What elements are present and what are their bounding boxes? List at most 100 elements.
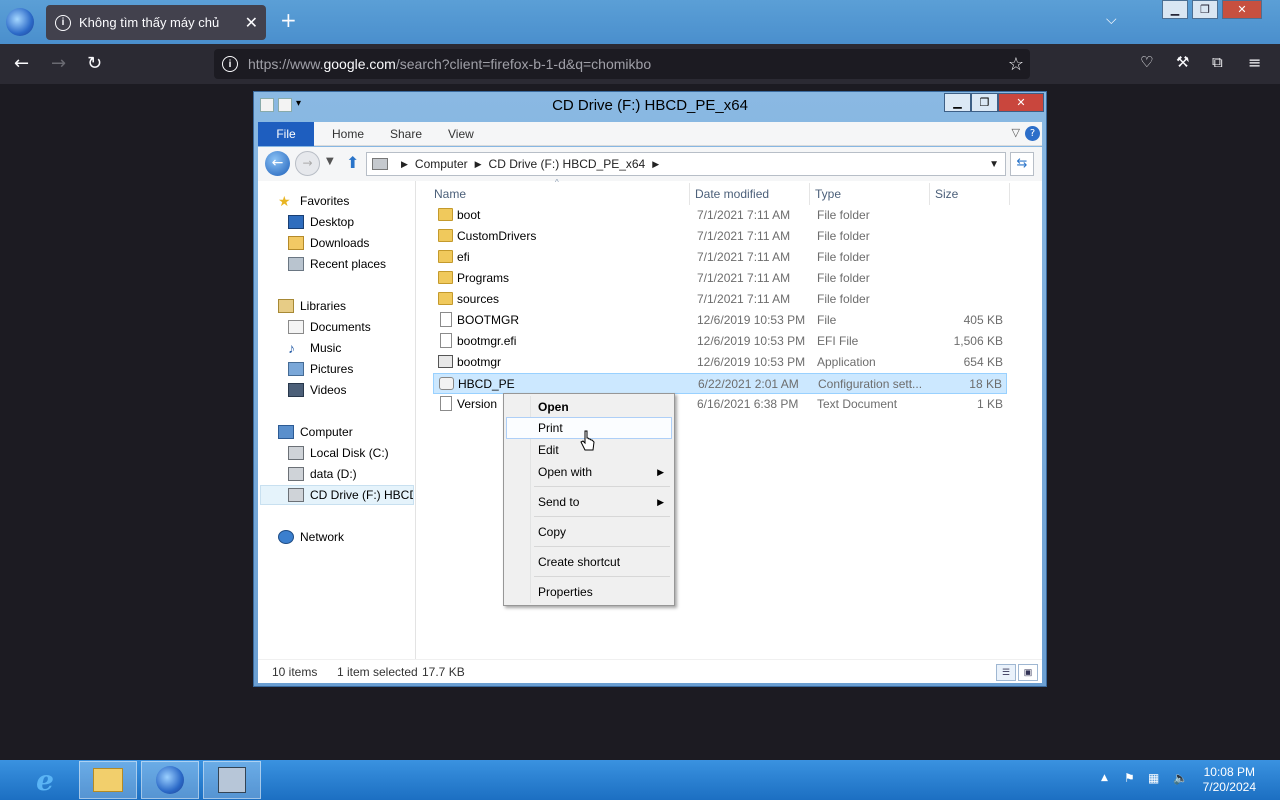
column-header-name[interactable]: Name xyxy=(434,187,466,201)
menu-item-copy[interactable]: Copy xyxy=(506,521,672,543)
site-info-icon[interactable]: i xyxy=(222,56,238,72)
tab-share[interactable]: Share xyxy=(390,122,422,146)
reload-icon[interactable]: ↻ xyxy=(87,53,102,74)
details-view-icon[interactable]: ☰ xyxy=(996,664,1016,681)
nav-pictures[interactable]: Pictures xyxy=(288,359,353,379)
column-header-size[interactable]: Size xyxy=(935,187,958,201)
extensions-icon[interactable]: ⧉ xyxy=(1212,53,1223,71)
nav-data-drive[interactable]: data (D:) xyxy=(288,464,357,484)
tab-close-icon[interactable]: ✕ xyxy=(245,13,258,33)
nav-libraries[interactable]: Libraries xyxy=(278,296,346,316)
breadcrumb-separator[interactable]: ▶ xyxy=(652,159,659,170)
up-arrow-icon[interactable]: ⬆ xyxy=(346,153,359,172)
nav-videos[interactable]: Videos xyxy=(288,380,346,400)
nav-music[interactable]: ♪ Music xyxy=(288,338,341,358)
nav-favorites[interactable]: ★ Favorites xyxy=(278,191,349,211)
forward-button[interactable]: → xyxy=(295,151,320,176)
file-row[interactable]: CustomDrivers 7/1/2021 7:11 AM File folder xyxy=(433,226,1007,247)
column-header-date[interactable]: Date modified xyxy=(695,187,769,201)
menu-item-send-to[interactable]: Send to ▶ xyxy=(506,491,672,513)
back-icon[interactable]: ← xyxy=(14,53,29,74)
list-all-tabs-icon[interactable]: ⌵ xyxy=(1106,12,1117,28)
menu-item-open[interactable]: Open xyxy=(506,396,672,418)
help-icon[interactable]: ? xyxy=(1025,126,1040,141)
back-button[interactable]: ← xyxy=(265,151,290,176)
url-bar[interactable]: i https://www. google.com/search?client=f… xyxy=(214,49,1030,79)
file-row[interactable]: BOOTMGR 12/6/2019 10:53 PM File 405 KB xyxy=(433,310,1007,331)
file-name: BOOTMGR xyxy=(457,313,519,327)
nav-label: Favorites xyxy=(300,194,350,208)
breadcrumb-computer[interactable]: Computer xyxy=(415,157,468,171)
column-divider[interactable] xyxy=(809,183,810,205)
close-button[interactable]: ✕ xyxy=(998,93,1044,112)
file-row[interactable]: sources 7/1/2021 7:11 AM File folder xyxy=(433,289,1007,310)
new-tab-button[interactable]: + xyxy=(280,8,297,32)
nav-documents[interactable]: Documents xyxy=(288,317,371,337)
network-tool-taskbar-button[interactable] xyxy=(203,761,261,799)
restore-icon[interactable]: ❐ xyxy=(1192,0,1218,19)
column-divider[interactable] xyxy=(929,183,930,205)
url-prefix: https://www. xyxy=(248,56,324,72)
recent-locations-icon[interactable]: ▼ xyxy=(326,156,334,167)
file-row-selected[interactable]: HBCD_PE 6/22/2021 2:01 AM Configuration se… xyxy=(433,373,1007,394)
file-row[interactable]: efi 7/1/2021 7:11 AM File folder xyxy=(433,247,1007,268)
show-hidden-icons-icon[interactable]: ▲ xyxy=(1101,773,1108,783)
browser-tab-active[interactable]: i Không tìm thấy máy chủ ✕ xyxy=(46,5,266,40)
bookmark-star-icon[interactable]: ☆ xyxy=(1008,54,1024,75)
file-date: 7/1/2021 7:11 AM xyxy=(697,271,791,285)
browser-window-controls: ▁ ❐ ✕ xyxy=(1158,0,1262,20)
file-size: 1,506 KB xyxy=(953,334,1003,348)
address-dropdown-icon[interactable]: ▼ xyxy=(989,159,999,170)
breadcrumb-separator[interactable]: ▶ xyxy=(475,159,482,170)
firefox-taskbar-button[interactable] xyxy=(141,761,199,799)
config-file-icon xyxy=(439,377,454,390)
nav-recent-places[interactable]: Recent places xyxy=(288,254,386,274)
minimize-icon[interactable]: ▁ xyxy=(1162,0,1188,19)
tab-view[interactable]: View xyxy=(448,122,474,146)
close-icon[interactable]: ✕ xyxy=(1222,0,1262,19)
star-icon: ★ xyxy=(278,193,291,209)
refresh-button[interactable]: ⇆ xyxy=(1010,152,1034,176)
nav-computer[interactable]: Computer xyxy=(278,422,353,442)
file-row[interactable]: bootmgr.efi 12/6/2019 10:53 PM EFI File 1,5… xyxy=(433,331,1007,352)
menu-item-properties[interactable]: Properties xyxy=(506,581,672,603)
large-icons-view-icon[interactable]: ▣ xyxy=(1018,664,1038,681)
column-header-type[interactable]: Type xyxy=(815,187,841,201)
column-divider[interactable] xyxy=(689,183,690,205)
wrench-icon[interactable]: ⚒ xyxy=(1176,53,1189,71)
file-row[interactable]: Programs 7/1/2021 7:11 AM File folder xyxy=(433,268,1007,289)
tab-file[interactable]: File xyxy=(258,122,314,146)
forward-icon[interactable]: → xyxy=(51,53,66,74)
address-bar[interactable]: ▶ Computer ▶ CD Drive (F:) HBCD_PE_x64 ▶… xyxy=(366,152,1006,176)
tab-home[interactable]: Home xyxy=(332,122,364,146)
internet-explorer-taskbar-button[interactable]: e xyxy=(16,761,74,799)
navigation-pane: ★ Favorites Desktop Downloads Recent plac… xyxy=(258,181,416,659)
nav-desktop[interactable]: Desktop xyxy=(288,212,354,232)
action-center-flag-icon[interactable]: ⚑ xyxy=(1124,771,1135,785)
breadcrumb-separator[interactable]: ▶ xyxy=(401,159,408,170)
address-toolbar: ← → ▼ ⬆ ▶ Computer ▶ CD Drive (F:) HBCD_… xyxy=(258,147,1042,181)
minimize-button[interactable]: ▁ xyxy=(944,93,971,112)
file-explorer-taskbar-button[interactable] xyxy=(79,761,137,799)
menu-item-create-shortcut[interactable]: Create shortcut xyxy=(506,551,672,573)
maximize-button[interactable]: ❐ xyxy=(971,93,998,112)
firefox-view-icon[interactable] xyxy=(6,8,34,36)
ribbon-tabs: File Home Share View ▽ ? xyxy=(258,122,1042,146)
volume-muted-icon[interactable]: 🔈 xyxy=(1173,771,1188,785)
nav-local-disk[interactable]: Local Disk (C:) xyxy=(288,443,389,463)
nav-label: Music xyxy=(310,341,342,355)
nav-cd-drive[interactable]: CD Drive (F:) HBCD_ xyxy=(260,485,414,505)
nav-downloads[interactable]: Downloads xyxy=(288,233,369,253)
network-tray-icon[interactable]: ▦ xyxy=(1148,771,1159,785)
expand-ribbon-icon[interactable]: ▽ xyxy=(1012,126,1020,139)
nav-network[interactable]: Network xyxy=(278,527,344,547)
downloads-icon xyxy=(288,236,304,250)
menu-icon[interactable]: ≡ xyxy=(1248,53,1261,72)
pocket-icon[interactable]: ♡ xyxy=(1140,53,1153,71)
breadcrumb-cd-drive[interactable]: CD Drive (F:) HBCD_PE_x64 xyxy=(489,157,646,171)
column-divider[interactable] xyxy=(1009,183,1010,205)
file-row[interactable]: bootmgr 12/6/2019 10:53 PM Application 654 … xyxy=(433,352,1007,373)
file-row[interactable]: boot 7/1/2021 7:11 AM File folder xyxy=(433,205,1007,226)
menu-item-open-with[interactable]: Open with ▶ xyxy=(506,461,672,483)
system-clock[interactable]: 10:08 PM 7/20/2024 xyxy=(1203,765,1256,795)
